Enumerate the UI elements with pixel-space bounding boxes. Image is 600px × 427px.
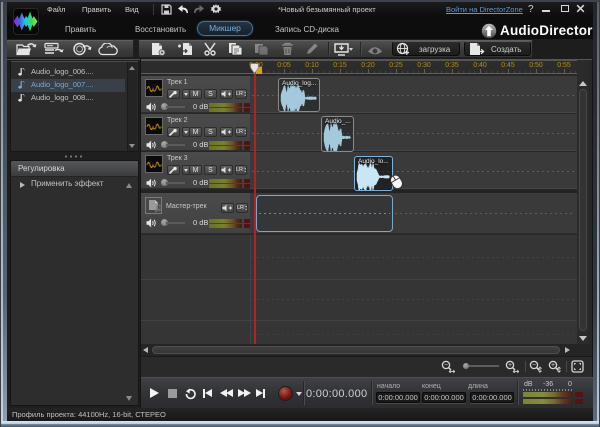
svg-text:−: − [532,362,536,369]
svg-text:−: − [444,362,448,369]
svg-text:+: + [508,362,512,369]
svg-text:+: + [551,362,555,369]
